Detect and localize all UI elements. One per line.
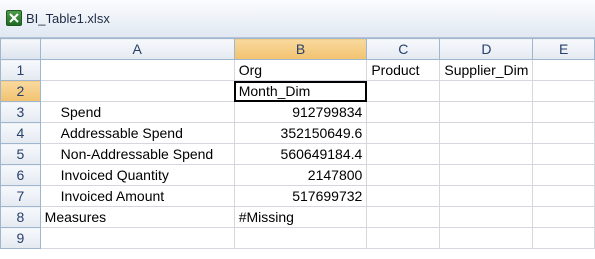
column-header-d[interactable]: D: [439, 38, 534, 60]
cell-c6[interactable]: [366, 164, 441, 186]
cell-d5[interactable]: [439, 143, 534, 165]
cell-b4[interactable]: 352150649.6: [233, 122, 368, 144]
cell-b7[interactable]: 517699732: [233, 185, 368, 207]
cell-e2[interactable]: [532, 80, 595, 102]
column-header-a[interactable]: A: [39, 38, 235, 60]
column-header-b[interactable]: B: [233, 38, 368, 60]
cell-b6[interactable]: 2147800: [233, 164, 368, 186]
select-all-corner[interactable]: [0, 38, 41, 60]
cell-e5[interactable]: [532, 143, 595, 165]
row-header-1[interactable]: 1: [0, 59, 41, 81]
cell-c2[interactable]: [366, 80, 441, 102]
cell-e6[interactable]: [532, 164, 595, 186]
row-header-2[interactable]: 2: [0, 80, 41, 102]
excel-file-icon: [6, 10, 22, 26]
cell-a4[interactable]: Addressable Spend: [39, 122, 235, 144]
cell-c9[interactable]: [366, 227, 441, 249]
cell-b1[interactable]: Org: [233, 59, 368, 81]
row-header-9[interactable]: 9: [0, 227, 41, 249]
cell-a2[interactable]: [39, 80, 235, 102]
cell-c3[interactable]: [366, 101, 441, 123]
cell-e4[interactable]: [532, 122, 595, 144]
cell-b5[interactable]: 560649184.4: [233, 143, 368, 165]
cell-d7[interactable]: [439, 185, 534, 207]
cell-d8[interactable]: [439, 206, 534, 228]
cell-a3[interactable]: Spend: [39, 101, 235, 123]
cell-e1[interactable]: [532, 59, 595, 81]
cell-b3[interactable]: 912799834: [233, 101, 368, 123]
cell-d2[interactable]: [439, 80, 534, 102]
column-header-c[interactable]: C: [366, 38, 441, 60]
cell-e3[interactable]: [532, 101, 595, 123]
cell-e7[interactable]: [532, 185, 595, 207]
cell-e9[interactable]: [532, 227, 595, 249]
cell-c7[interactable]: [366, 185, 441, 207]
spreadsheet-grid: A B C D E 1 Org Product Supplier_Dim 2 M…: [0, 38, 595, 249]
cell-d6[interactable]: [439, 164, 534, 186]
cell-a1[interactable]: [39, 59, 235, 81]
cell-c4[interactable]: [366, 122, 441, 144]
cell-a5[interactable]: Non-Addressable Spend: [39, 143, 235, 165]
row-header-5[interactable]: 5: [0, 143, 41, 165]
row-header-6[interactable]: 6: [0, 164, 41, 186]
row-header-4[interactable]: 4: [0, 122, 41, 144]
cell-b9[interactable]: [233, 227, 368, 249]
title-bar: BI_Table1.xlsx: [0, 0, 595, 38]
column-header-e[interactable]: E: [532, 38, 595, 60]
cell-a9[interactable]: [39, 227, 235, 249]
cell-e8[interactable]: [532, 206, 595, 228]
cell-d1[interactable]: Supplier_Dim: [439, 59, 534, 81]
workbook-title: BI_Table1.xlsx: [26, 11, 110, 26]
cell-b2-active[interactable]: Month_Dim: [233, 80, 368, 102]
cell-a8[interactable]: Measures: [39, 206, 235, 228]
row-header-8[interactable]: 8: [0, 206, 41, 228]
cell-c8[interactable]: [366, 206, 441, 228]
row-header-3[interactable]: 3: [0, 101, 41, 123]
cell-a6[interactable]: Invoiced Quantity: [39, 164, 235, 186]
cell-d4[interactable]: [439, 122, 534, 144]
cell-c5[interactable]: [366, 143, 441, 165]
cell-c1[interactable]: Product: [366, 59, 441, 81]
cell-d9[interactable]: [439, 227, 534, 249]
cell-d3[interactable]: [439, 101, 534, 123]
cell-a7[interactable]: Invoiced Amount: [39, 185, 235, 207]
row-header-7[interactable]: 7: [0, 185, 41, 207]
cell-b8[interactable]: #Missing: [233, 206, 368, 228]
